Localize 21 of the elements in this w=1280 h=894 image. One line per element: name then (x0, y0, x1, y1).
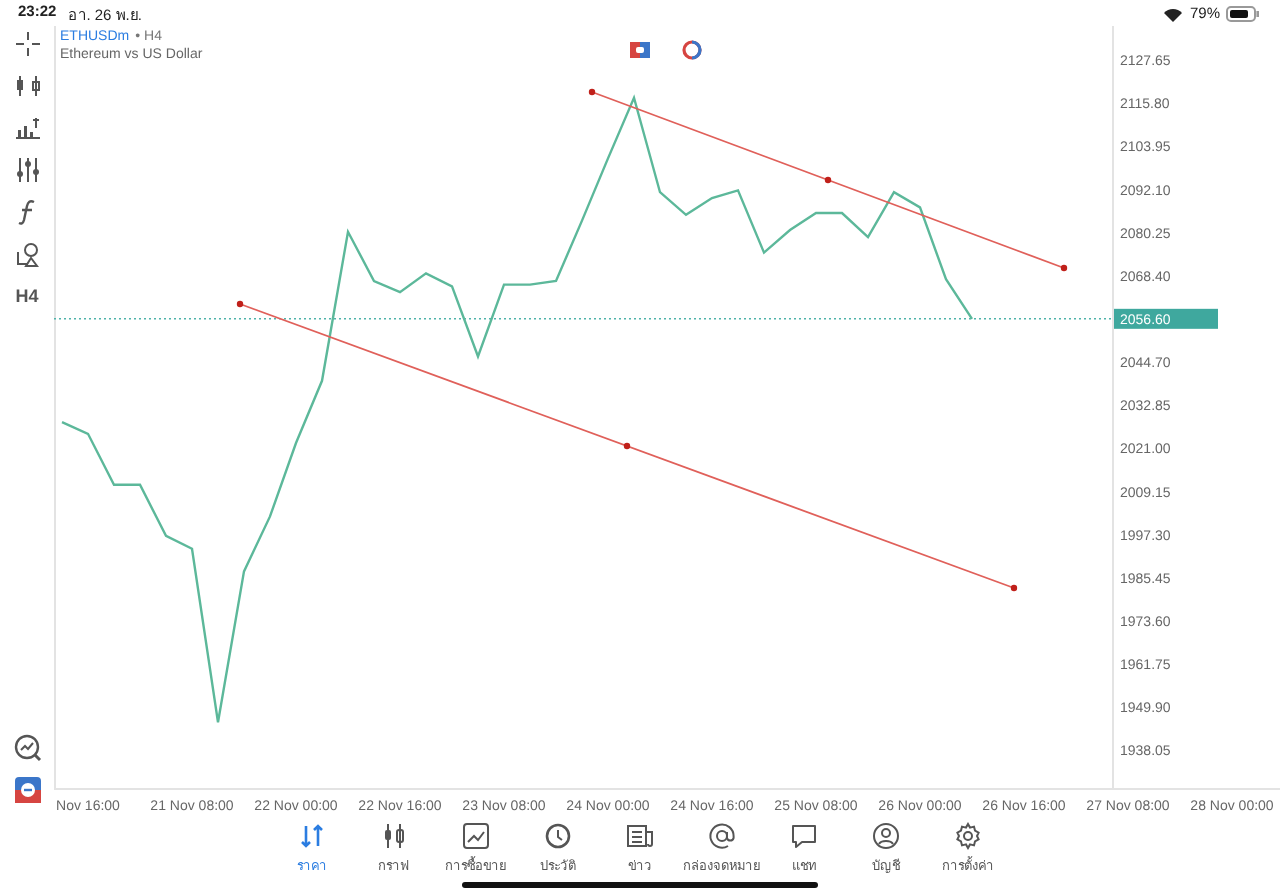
sliders-icon[interactable] (13, 156, 41, 184)
candlestick-icon (380, 822, 408, 850)
user-icon (872, 822, 900, 850)
clock-icon (544, 822, 572, 850)
trade-icon[interactable] (630, 42, 650, 58)
newspaper-icon (626, 822, 654, 850)
candlestick-icon[interactable] (13, 72, 41, 100)
crosshair-icon[interactable] (13, 30, 41, 58)
trade-icon[interactable] (13, 776, 41, 804)
chart-icon (462, 822, 490, 850)
wifi-icon (1161, 5, 1184, 21)
sort-arrows-icon (298, 822, 326, 850)
shapes-icon[interactable] (13, 240, 41, 268)
settings-icon (954, 822, 982, 850)
timer-icon[interactable] (682, 40, 702, 60)
chart-zoom-icon[interactable] (13, 734, 41, 762)
bar-chart-icon[interactable] (13, 114, 41, 142)
chat-bubble-icon (790, 822, 818, 850)
battery-icon (1226, 5, 1260, 21)
timeframe-button[interactable]: H4 (7, 282, 47, 310)
at-sign-icon (708, 822, 736, 850)
